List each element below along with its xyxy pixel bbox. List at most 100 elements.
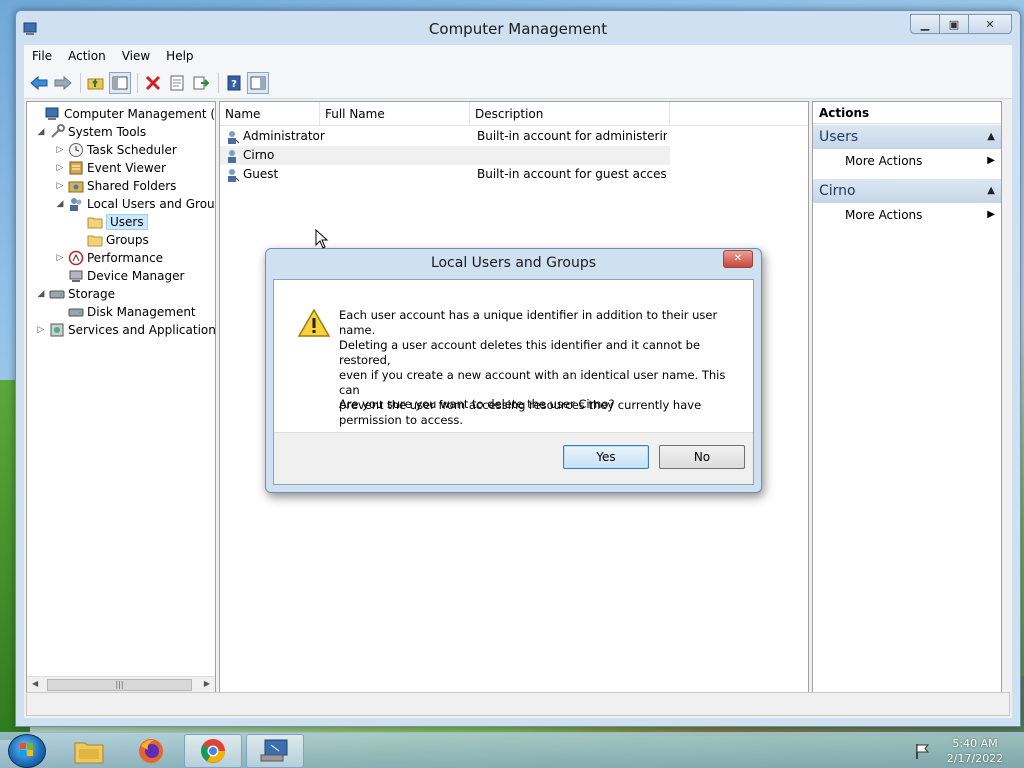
menu-file[interactable]: File — [24, 49, 60, 63]
action-label: More Actions — [845, 208, 923, 222]
collapse-caret-icon[interactable]: ▲ — [987, 125, 995, 149]
toolbar-separator — [80, 72, 81, 93]
dialog-title: Local Users and Groups — [430, 255, 597, 271]
expanded-arrow-icon[interactable]: ◢ — [35, 127, 47, 137]
collapsed-arrow-icon[interactable]: ▷ — [35, 325, 47, 335]
event-viewer-icon — [69, 161, 83, 175]
show-hide-tree-icon — [112, 76, 128, 89]
computer-management-icon — [45, 107, 59, 120]
column-header-name[interactable]: Name — [220, 102, 320, 126]
export-list-button[interactable] — [190, 72, 212, 94]
properties-button[interactable] — [166, 72, 188, 94]
show-hide-action-pane-button[interactable] — [247, 71, 269, 94]
actions-section-users[interactable]: Users ▲ — [813, 125, 1001, 149]
chrome-icon — [201, 739, 225, 763]
delete-user-dialog: Local Users and Groups ✕ Each user accou… — [265, 248, 762, 493]
list-row-guest[interactable]: Guest Built-in account for guest access … — [220, 165, 670, 184]
collapsed-arrow-icon[interactable]: ▷ — [54, 145, 66, 155]
list-row-cirno[interactable]: Cirno — [220, 146, 670, 165]
disk-icon — [68, 308, 84, 317]
tree-item-storage[interactable]: ◢ Storage — [35, 285, 115, 303]
expanded-arrow-icon[interactable]: ◢ — [54, 199, 66, 209]
firefox-icon — [139, 739, 163, 763]
clock-icon — [69, 143, 83, 157]
taskbar-firefox[interactable] — [122, 734, 180, 768]
shared-folder-icon — [68, 181, 84, 193]
submenu-arrow-icon: ▶ — [987, 209, 995, 220]
collapse-caret-icon[interactable]: ▲ — [987, 179, 995, 203]
tree-horizontal-scrollbar[interactable]: ◀ ||| ▶ — [27, 676, 215, 693]
expanded-arrow-icon[interactable]: ◢ — [35, 289, 47, 299]
close-button[interactable]: ✕ — [968, 14, 1012, 34]
collapsed-arrow-icon[interactable]: ▷ — [54, 163, 66, 173]
storage-icon — [49, 290, 65, 299]
show-hide-console-tree-button[interactable] — [109, 71, 131, 94]
no-button[interactable]: No — [659, 445, 745, 469]
scroll-right-arrow-icon[interactable]: ▶ — [204, 679, 210, 688]
taskbar-file-explorer[interactable] — [60, 734, 118, 768]
taskbar-chrome[interactable] — [184, 734, 242, 768]
tree-item-task-scheduler[interactable]: ▷ Task Scheduler — [54, 141, 177, 159]
computer-management-icon — [260, 739, 288, 762]
tree-item-computer-management[interactable]: Computer Management (Local — [31, 105, 216, 123]
collapsed-arrow-icon[interactable]: ▷ — [54, 181, 66, 191]
scroll-thumb[interactable]: ||| — [47, 679, 192, 691]
help-button[interactable]: ? — [223, 72, 245, 94]
taskbar-computer-management[interactable] — [246, 734, 304, 768]
minimize-button[interactable]: ▁ — [910, 14, 940, 34]
up-one-level-button[interactable] — [85, 72, 107, 94]
tree-item-event-viewer[interactable]: ▷ Event Viewer — [54, 159, 166, 177]
menu-action[interactable]: Action — [60, 49, 114, 63]
dialog-close-button[interactable]: ✕ — [723, 250, 753, 268]
tree-item-label: Event Viewer — [87, 161, 166, 175]
window-title: Computer Management — [428, 20, 608, 38]
tree-item-local-users-and-groups[interactable]: ◢ Local Users and Groups — [54, 195, 215, 213]
tree-item-label: Device Manager — [87, 269, 185, 283]
column-header-description[interactable]: Description — [470, 102, 670, 126]
maximize-button[interactable]: ▣ — [939, 14, 969, 34]
dialog-question: Are you sure you want to delete the user… — [339, 397, 615, 411]
tree-item-groups[interactable]: Groups — [73, 231, 149, 249]
menu-help[interactable]: Help — [158, 49, 201, 63]
tree-item-performance[interactable]: ▷ Performance — [54, 249, 163, 267]
actions-section-cirno[interactable]: Cirno ▲ — [813, 179, 1001, 203]
start-button[interactable] — [8, 734, 46, 768]
action-more-actions-users[interactable]: More Actions ▶ — [813, 149, 1001, 173]
delete-button[interactable] — [142, 72, 164, 94]
list-header: Name Full Name Description — [220, 102, 808, 126]
delete-icon — [145, 75, 161, 90]
list-row-administrator[interactable]: Administrator Built-in account for admin… — [220, 127, 670, 146]
taskbar-clock[interactable]: 5:40 AM 2/17/2022 — [940, 736, 1010, 766]
user-description: Built-in account for administering... — [477, 129, 667, 143]
dialog-body: Each user account has a unique identifie… — [273, 279, 754, 485]
submenu-arrow-icon: ▶ — [987, 155, 995, 166]
export-list-icon — [193, 76, 209, 89]
forward-arrow-icon — [54, 75, 72, 90]
users-groups-icon — [70, 198, 82, 211]
tree-item-services-and-applications[interactable]: ▷ Services and Applications — [35, 321, 215, 339]
tree-item-disk-management[interactable]: Disk Management — [54, 303, 196, 321]
up-folder-icon — [87, 78, 104, 89]
tree-item-label: Groups — [106, 233, 149, 247]
tree-item-label: Computer Management (Local — [64, 107, 216, 121]
forward-button[interactable] — [52, 72, 74, 94]
title-bar[interactable]: Computer Management ▁ ▣ ✕ — [16, 11, 1020, 45]
tree-item-shared-folders[interactable]: ▷ Shared Folders — [54, 177, 177, 195]
tree-item-system-tools[interactable]: ◢ System Tools — [35, 123, 146, 141]
tree-item-label: Storage — [68, 287, 115, 301]
action-center-flag-icon[interactable] — [914, 742, 932, 760]
yes-button[interactable]: Yes — [563, 445, 649, 469]
back-button[interactable] — [28, 72, 50, 94]
user-name: Guest — [243, 167, 279, 181]
tree-item-users[interactable]: Users — [73, 213, 148, 231]
console-tree: Computer Management (Local ◢ System Tool… — [26, 101, 216, 694]
tree-item-label: Users — [106, 214, 148, 230]
column-header-full-name[interactable]: Full Name — [320, 102, 470, 126]
status-bar — [26, 692, 1010, 716]
tree-item-label: Performance — [87, 251, 164, 265]
menu-view[interactable]: View — [114, 49, 158, 63]
action-more-actions-cirno[interactable]: More Actions ▶ — [813, 203, 1001, 227]
tree-item-device-manager[interactable]: Device Manager — [54, 267, 184, 285]
collapsed-arrow-icon[interactable]: ▷ — [54, 253, 66, 263]
scroll-left-arrow-icon[interactable]: ◀ — [32, 679, 38, 688]
